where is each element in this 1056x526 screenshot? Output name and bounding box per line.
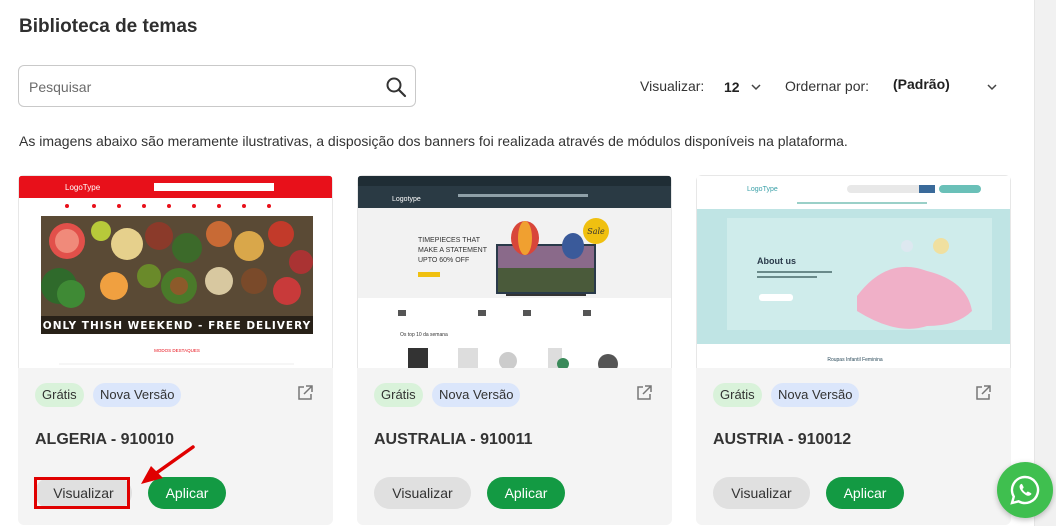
- sort-select[interactable]: (Padrão): [893, 76, 1003, 98]
- preview-banner-text: ONLY THISH WEEKEND - FREE DELIVERY: [43, 320, 311, 332]
- theme-title: AUSTRIA - 910012: [713, 431, 852, 448]
- whatsapp-button[interactable]: [997, 462, 1053, 518]
- theme-preview-graphic: Logotype TIMEPIECES THAT MAKE A STATEMEN…: [358, 176, 671, 368]
- search-box[interactable]: [18, 65, 416, 107]
- preview-button[interactable]: Visualizar: [374, 477, 471, 509]
- annotation-arrow-icon: [141, 445, 195, 484]
- whatsapp-icon: [1010, 475, 1040, 505]
- theme-preview-graphic: LogoType About us Roupas Infantil Femini…: [697, 176, 1010, 368]
- preview-section-title: Roupas Infantil Feminina: [827, 357, 883, 363]
- chevron-down-icon: [751, 84, 761, 91]
- theme-preview-image[interactable]: LogoType About us Roupas Infantil Femini…: [696, 175, 1011, 368]
- preview-sale-badge: Sale: [587, 227, 605, 236]
- view-count-label: Visualizar:: [640, 78, 705, 94]
- info-text: As imagens abaixo são meramente ilustrat…: [19, 133, 848, 149]
- preview-heading: About us: [757, 256, 796, 266]
- view-count-value: 12: [724, 79, 740, 95]
- apply-button[interactable]: Aplicar: [487, 477, 565, 509]
- theme-preview-image[interactable]: LogoType ONLY THISH WEEKEND - FREE DELIV…: [18, 175, 333, 368]
- apply-button[interactable]: Aplicar: [826, 477, 904, 509]
- preview-headline-2: MAKE A STATEMENT: [418, 247, 488, 254]
- preview-button[interactable]: Visualizar: [35, 477, 132, 509]
- sort-value: (Padrão): [893, 76, 950, 92]
- scrollbar[interactable]: [1034, 0, 1056, 526]
- preview-section-title: MODOS DESTAQUES: [154, 348, 200, 353]
- free-badge: Grátis: [374, 383, 423, 407]
- external-link-icon[interactable]: [635, 384, 653, 402]
- theme-title: AUSTRALIA - 910011: [374, 431, 533, 448]
- external-link-icon[interactable]: [296, 384, 314, 402]
- theme-preview-graphic: LogoType ONLY THISH WEEKEND - FREE DELIV…: [19, 176, 332, 365]
- preview-headline-3: UPTO 60% OFF: [418, 257, 469, 264]
- chevron-down-icon: [987, 84, 997, 91]
- theme-card: Logotype TIMEPIECES THAT MAKE A STATEMEN…: [357, 175, 672, 525]
- external-link-icon[interactable]: [974, 384, 992, 402]
- sort-label: Ordernar por:: [785, 78, 870, 94]
- new-version-badge: Nova Versão: [93, 383, 182, 407]
- new-version-badge: Nova Versão: [771, 383, 860, 407]
- preview-logo: LogoType: [65, 183, 101, 192]
- view-count-select[interactable]: 12: [724, 76, 768, 98]
- page-title: Biblioteca de temas: [19, 16, 198, 37]
- preview-section-title: Os top 10 da semana: [400, 332, 448, 338]
- search-icon[interactable]: [385, 76, 407, 98]
- free-badge: Grátis: [35, 383, 84, 407]
- preview-logo: LogoType: [747, 186, 778, 193]
- preview-headline-1: TIMEPIECES THAT: [418, 237, 481, 244]
- free-badge: Grátis: [713, 383, 762, 407]
- preview-button[interactable]: Visualizar: [713, 477, 810, 509]
- theme-preview-image[interactable]: Logotype TIMEPIECES THAT MAKE A STATEMEN…: [357, 175, 672, 368]
- new-version-badge: Nova Versão: [432, 383, 521, 407]
- preview-logo: Logotype: [392, 196, 421, 203]
- theme-card: LogoType About us Roupas Infantil Femini…: [696, 175, 1011, 525]
- search-input[interactable]: [29, 76, 369, 98]
- theme-card: LogoType ONLY THISH WEEKEND - FREE DELIV…: [18, 175, 333, 525]
